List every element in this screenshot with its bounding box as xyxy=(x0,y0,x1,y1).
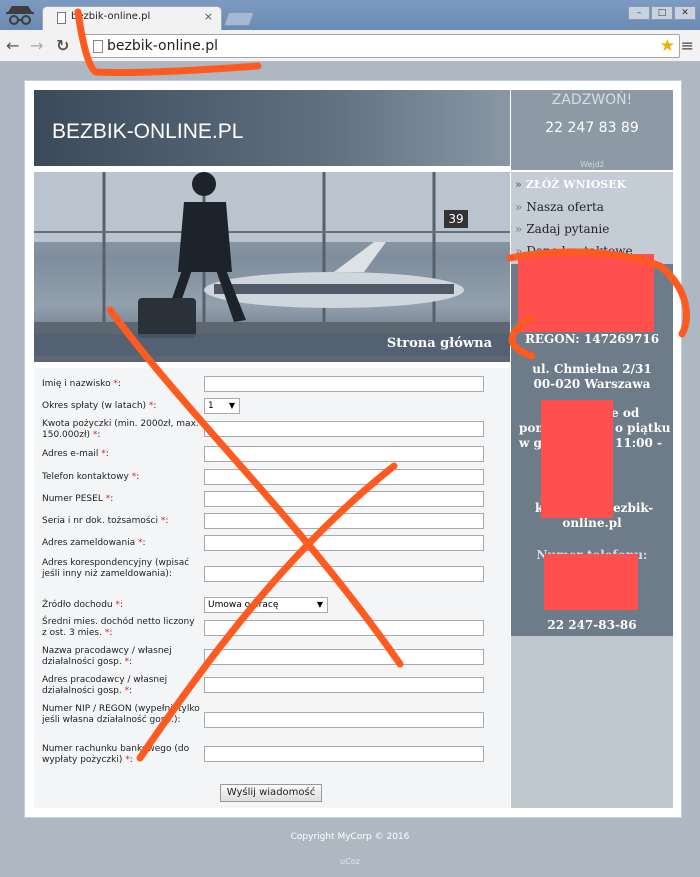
bank-account-input[interactable] xyxy=(204,746,484,762)
dropdown-arrow-icon: ▼ xyxy=(316,600,323,609)
site-header: BEZBIK-ONLINE.PL xyxy=(34,90,510,166)
field-label: Adres pracodawcy / własnej działalności … xyxy=(42,675,168,696)
redaction-box xyxy=(541,400,613,518)
page-icon xyxy=(93,40,103,53)
new-tab-button[interactable] xyxy=(223,12,255,26)
browser-tab[interactable]: bezbik-online.pl × xyxy=(42,6,222,30)
regon-text: REGON: 147269716 xyxy=(524,332,660,346)
submit-button[interactable]: Wyślij wiadomość xyxy=(220,784,322,802)
hours-line-4: 11:00 - xyxy=(615,436,662,450)
call-more-link[interactable]: Wejdź xyxy=(511,160,673,169)
phone-input[interactable] xyxy=(204,469,484,485)
address-line-2: 00-020 Warszawa xyxy=(533,377,651,391)
site-title: BEZBIK-ONLINE.PL xyxy=(52,120,244,143)
call-phone: 22 247 83 89 xyxy=(545,120,639,136)
field-label: Źródło dochodu *: xyxy=(42,600,124,610)
nav-item-label: Zadaj pytanie xyxy=(526,222,610,236)
email-line-2: online.pl xyxy=(562,516,622,530)
name-input[interactable] xyxy=(204,376,484,392)
window-controls: – □ ✕ xyxy=(627,0,696,20)
field-label: Numer PESEL *: xyxy=(42,494,114,504)
hero-image: 39 Strona główna xyxy=(34,172,510,362)
nav-item-apply[interactable]: » ZŁÓŻ WNIOSEK xyxy=(515,178,626,191)
correspondence-address-input[interactable] xyxy=(204,566,484,582)
field-label: Kwota pożyczki (min. 2000zł, max. 150.00… xyxy=(42,419,199,440)
employer-address-input[interactable] xyxy=(204,677,484,693)
employer-name-input[interactable] xyxy=(204,649,484,665)
bullet-icon: » xyxy=(515,178,522,191)
pesel-input[interactable] xyxy=(204,491,484,507)
income-source-select[interactable]: Umowa o pracę ▼ xyxy=(204,597,328,613)
registered-address-input[interactable] xyxy=(204,535,484,551)
income-input[interactable] xyxy=(204,620,484,636)
hours-line-1: e od xyxy=(611,406,640,420)
email-input[interactable] xyxy=(204,446,484,462)
redaction-box xyxy=(518,254,654,332)
nav-item-label: Nasza oferta xyxy=(526,200,604,214)
field-label: Adres korespondencyjny (wpisać jeśli inn… xyxy=(42,558,190,579)
page-icon xyxy=(57,12,66,24)
nav-item-offer[interactable]: » Nasza oferta xyxy=(515,200,604,214)
field-label: Średni mies. dochód netto liczony z ost.… xyxy=(42,617,195,638)
field-label: Imię i nazwisko *: xyxy=(42,379,121,389)
side-navigation: » ZŁÓŻ WNIOSEK » Nasza oferta » Zadaj pytan… xyxy=(511,172,673,264)
field-label: Adres e-mail *: xyxy=(42,449,109,459)
close-window-icon[interactable]: ✕ xyxy=(674,6,696,20)
call-box: ZADZWOŃ! 22 247 83 89 Wejdź xyxy=(511,90,673,170)
field-label: Adres zameldowania *: xyxy=(42,538,146,548)
address-line-1: ul. Chmielna 2/31 xyxy=(532,362,652,376)
call-label: ZADZWOŃ! xyxy=(551,92,633,108)
tab-title: bezbik-online.pl xyxy=(71,11,151,22)
gate-sign: 39 xyxy=(444,210,468,228)
incognito-icon xyxy=(6,6,34,25)
browser-menu-icon[interactable]: ≡ xyxy=(681,36,694,55)
dropdown-arrow-icon: ▼ xyxy=(228,401,235,410)
email-part-2: ezbik- xyxy=(613,501,654,515)
amount-input[interactable] xyxy=(204,421,484,437)
minimize-icon[interactable]: – xyxy=(628,6,650,20)
hours-line-3: o piątku xyxy=(615,421,671,435)
footer-ucoz-link[interactable]: uCoz xyxy=(0,857,700,866)
nip-regon-input[interactable] xyxy=(204,712,484,728)
sidebar-filler xyxy=(511,636,673,808)
browser-toolbar: ← → ↻ bezbik-online.pl ★ ≡ xyxy=(0,30,700,62)
nav-item-question[interactable]: » Zadaj pytanie xyxy=(515,222,609,236)
field-label: Okres spłaty (w latach) *: xyxy=(42,401,157,411)
close-icon[interactable]: × xyxy=(204,10,213,23)
forward-icon[interactable]: → xyxy=(30,36,43,55)
back-icon[interactable]: ← xyxy=(6,36,19,55)
maximize-icon[interactable]: □ xyxy=(651,6,673,20)
field-label: Telefon kontaktowy *: xyxy=(42,472,140,482)
footer-copyright: Copyright MyCorp © 2016 xyxy=(290,832,410,842)
address-url[interactable]: bezbik-online.pl xyxy=(107,38,218,54)
id-document-input[interactable] xyxy=(204,513,484,529)
hero-caption-bar: Strona główna xyxy=(34,334,510,356)
phone-number: 22 247-83-86 xyxy=(547,618,637,632)
field-label: Nazwa pracodawcy / własnej działalności … xyxy=(42,646,172,667)
address-bar[interactable]: bezbik-online.pl ★ xyxy=(84,34,680,58)
redaction-box xyxy=(544,554,638,610)
reload-icon[interactable]: ↻ xyxy=(56,36,69,55)
bookmark-star-icon[interactable]: ★ xyxy=(660,36,675,56)
field-label: Numer rachunku bankowego (do wypłaty poż… xyxy=(42,744,190,765)
period-select[interactable]: 1 ▼ xyxy=(204,398,240,414)
bullet-icon: » xyxy=(515,200,523,214)
bullet-icon: » xyxy=(515,222,523,236)
field-label: Seria i nr dok. tożsamości *: xyxy=(42,516,169,526)
browser-tab-strip: bezbik-online.pl × – □ ✕ xyxy=(0,0,700,30)
nav-item-label: ZŁÓŻ WNIOSEK xyxy=(525,178,627,191)
hero-caption: Strona główna xyxy=(386,336,492,351)
field-label: Numer NIP / REGON (wypełnij tylko jeśli … xyxy=(42,704,200,725)
